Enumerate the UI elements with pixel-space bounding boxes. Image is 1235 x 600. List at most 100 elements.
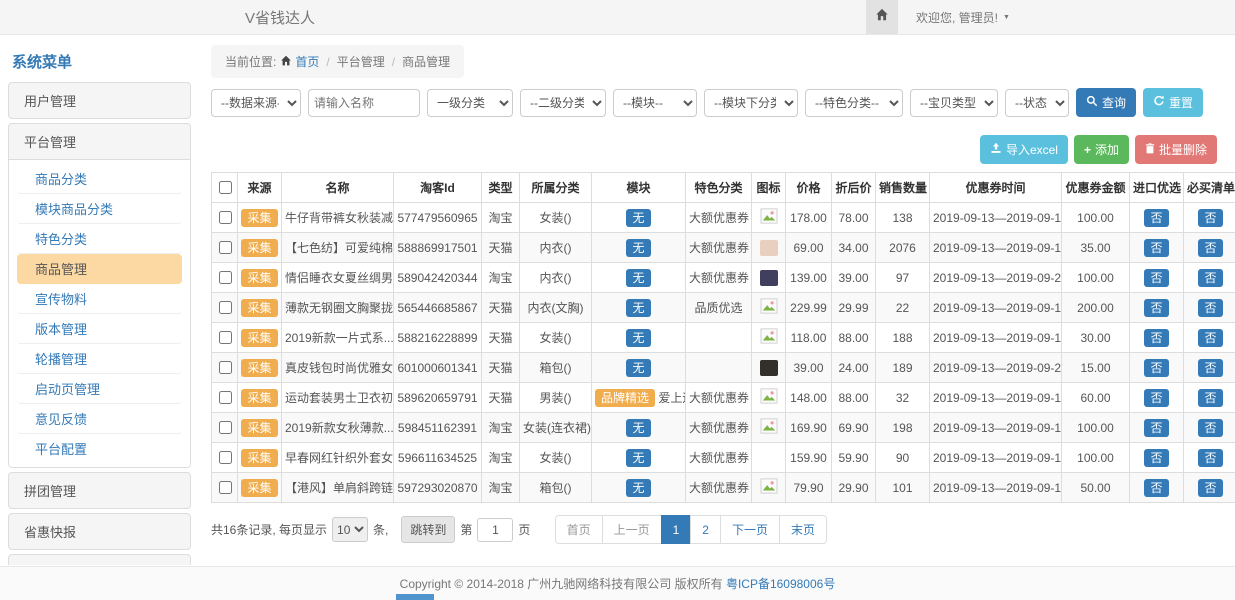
page-button-首页[interactable]: 首页 <box>555 515 603 544</box>
import-select-badge[interactable]: 否 <box>1144 329 1168 347</box>
user-menu[interactable]: 欢迎您, 管理员! ▼ <box>916 9 1010 26</box>
must-buy-badge[interactable]: 否 <box>1198 239 1222 257</box>
discount-price-cell: 69.90 <box>832 413 876 443</box>
row-checkbox[interactable] <box>219 331 232 344</box>
add-button[interactable]: + 添加 <box>1074 135 1129 164</box>
module-badge: 无 <box>626 479 650 497</box>
row-checkbox[interactable] <box>219 301 232 314</box>
sidebar-item-特色分类[interactable]: 特色分类 <box>17 224 182 254</box>
import-select-badge[interactable]: 否 <box>1144 359 1168 377</box>
source-badge: 采集 <box>241 449 277 467</box>
icp-link[interactable]: 粤ICP备16098006号 <box>726 575 835 592</box>
status-select[interactable]: --状态-- <box>1005 89 1069 117</box>
row-checkbox[interactable] <box>219 391 232 404</box>
page-button-末页[interactable]: 末页 <box>779 515 827 544</box>
row-checkbox[interactable] <box>219 421 232 434</box>
level2-category-select[interactable]: --二级分类-- <box>520 89 606 117</box>
sidebar-item-宣传物料[interactable]: 宣传物料 <box>17 284 182 314</box>
breadcrumb-prefix: 当前位置: <box>225 53 276 70</box>
sidebar-group-用户管理[interactable]: 用户管理 <box>9 83 190 118</box>
product-name-cell: 真皮钱包时尚优雅女士... <box>282 353 394 383</box>
table-row: 采集真皮钱包时尚优雅女士...601000601341天猫箱包()无39.002… <box>212 353 1235 383</box>
name-input[interactable] <box>308 89 420 117</box>
batch-delete-button[interactable]: 批量删除 <box>1135 135 1217 164</box>
sidebar-item-轮播管理[interactable]: 轮播管理 <box>17 344 182 374</box>
must-buy-badge[interactable]: 否 <box>1198 299 1222 317</box>
row-checkbox[interactable] <box>219 211 232 224</box>
module-sub-category-select[interactable]: --模块下分类-- <box>704 89 798 117</box>
coupon-time-cell: 2019-09-13—2019-09-17 <box>930 413 1062 443</box>
row-checkbox[interactable] <box>219 271 232 284</box>
item-type-select[interactable]: --宝贝类型-- <box>910 89 998 117</box>
icon-cell <box>752 443 786 473</box>
row-select-cell <box>212 443 238 473</box>
must-buy-badge[interactable]: 否 <box>1198 449 1222 467</box>
must-buy-badge[interactable]: 否 <box>1198 209 1222 227</box>
upload-icon <box>990 142 1002 157</box>
broken-image-icon <box>760 423 778 437</box>
reset-button[interactable]: 重置 <box>1143 88 1203 117</box>
must-buy-cell: 否 <box>1184 263 1235 293</box>
must-buy-badge[interactable]: 否 <box>1198 419 1222 437</box>
import-select-badge[interactable]: 否 <box>1144 239 1168 257</box>
sidebar-item-版本管理[interactable]: 版本管理 <box>17 314 182 344</box>
product-name-cell: 【港风】单肩斜跨链条... <box>282 473 394 503</box>
page-size-select[interactable]: 10 <box>332 517 368 542</box>
sidebar-group-拼团管理[interactable]: 拼团管理 <box>9 473 190 508</box>
page-button-1[interactable]: 1 <box>661 515 692 544</box>
page-button-2[interactable]: 2 <box>690 515 721 544</box>
import-select-badge[interactable]: 否 <box>1144 299 1168 317</box>
must-buy-badge[interactable]: 否 <box>1198 479 1222 497</box>
sales-cell: 188 <box>876 323 930 353</box>
sidebar-group-省惠快报[interactable]: 省惠快报 <box>9 514 190 549</box>
import-excel-button[interactable]: 导入excel <box>980 135 1068 164</box>
module-badge: 无 <box>626 449 650 467</box>
level1-category-select[interactable]: 一级分类 <box>427 89 513 117</box>
discount-price-cell: 78.00 <box>832 203 876 233</box>
sidebar-item-启动页管理[interactable]: 启动页管理 <box>17 374 182 404</box>
page-button-下一页[interactable]: 下一页 <box>720 515 780 544</box>
import-select-badge[interactable]: 否 <box>1144 419 1168 437</box>
type-cell: 淘宝 <box>482 203 520 233</box>
import-select-cell: 否 <box>1130 353 1184 383</box>
icon-cell <box>752 353 786 383</box>
column-header-名称: 名称 <box>282 173 394 203</box>
sidebar-item-模块商品分类[interactable]: 模块商品分类 <box>17 194 182 224</box>
must-buy-badge[interactable]: 否 <box>1198 389 1222 407</box>
jump-page-input[interactable] <box>477 518 513 542</box>
jump-button[interactable]: 跳转到 <box>401 516 455 543</box>
sidebar-item-意见反馈[interactable]: 意见反馈 <box>17 404 182 434</box>
import-select-badge[interactable]: 否 <box>1144 209 1168 227</box>
import-select-badge[interactable]: 否 <box>1144 449 1168 467</box>
column-header-必买清单: 必买清单 <box>1184 173 1235 203</box>
must-buy-badge[interactable]: 否 <box>1198 359 1222 377</box>
sidebar-group-平台管理[interactable]: 平台管理 <box>9 124 190 159</box>
sidebar-group-消息管理[interactable]: 消息管理 <box>9 555 190 565</box>
sidebar-item-商品管理[interactable]: 商品管理 <box>17 254 182 284</box>
breadcrumb-home-link[interactable]: 首页 <box>280 53 319 70</box>
row-checkbox[interactable] <box>219 241 232 254</box>
select-all-checkbox[interactable] <box>219 181 232 194</box>
search-button[interactable]: 查询 <box>1076 88 1136 117</box>
feature-cell <box>686 353 752 383</box>
import-select-badge[interactable]: 否 <box>1144 479 1168 497</box>
discount-price-cell: 24.00 <box>832 353 876 383</box>
taoke-id-cell: 596611634525 <box>394 443 482 473</box>
data-source-select[interactable]: --数据来源-- <box>211 89 301 117</box>
discount-price-cell: 34.00 <box>832 233 876 263</box>
must-buy-badge[interactable]: 否 <box>1198 269 1222 287</box>
import-select-badge[interactable]: 否 <box>1144 269 1168 287</box>
module-select[interactable]: --模块-- <box>613 89 697 117</box>
import-select-badge[interactable]: 否 <box>1144 389 1168 407</box>
home-button[interactable] <box>866 0 898 34</box>
page-button-上一页[interactable]: 上一页 <box>602 515 662 544</box>
broken-image-icon <box>760 333 778 347</box>
sidebar-item-平台配置[interactable]: 平台配置 <box>17 434 182 463</box>
row-checkbox[interactable] <box>219 451 232 464</box>
feature-category-select[interactable]: --特色分类-- <box>805 89 903 117</box>
row-checkbox[interactable] <box>219 361 232 374</box>
sidebar-item-商品分类[interactable]: 商品分类 <box>17 164 182 194</box>
must-buy-badge[interactable]: 否 <box>1198 329 1222 347</box>
row-checkbox[interactable] <box>219 481 232 494</box>
table-row: 采集运动套装男士卫衣初秋...589620659791天猫男装()品牌精选 爱上… <box>212 383 1235 413</box>
